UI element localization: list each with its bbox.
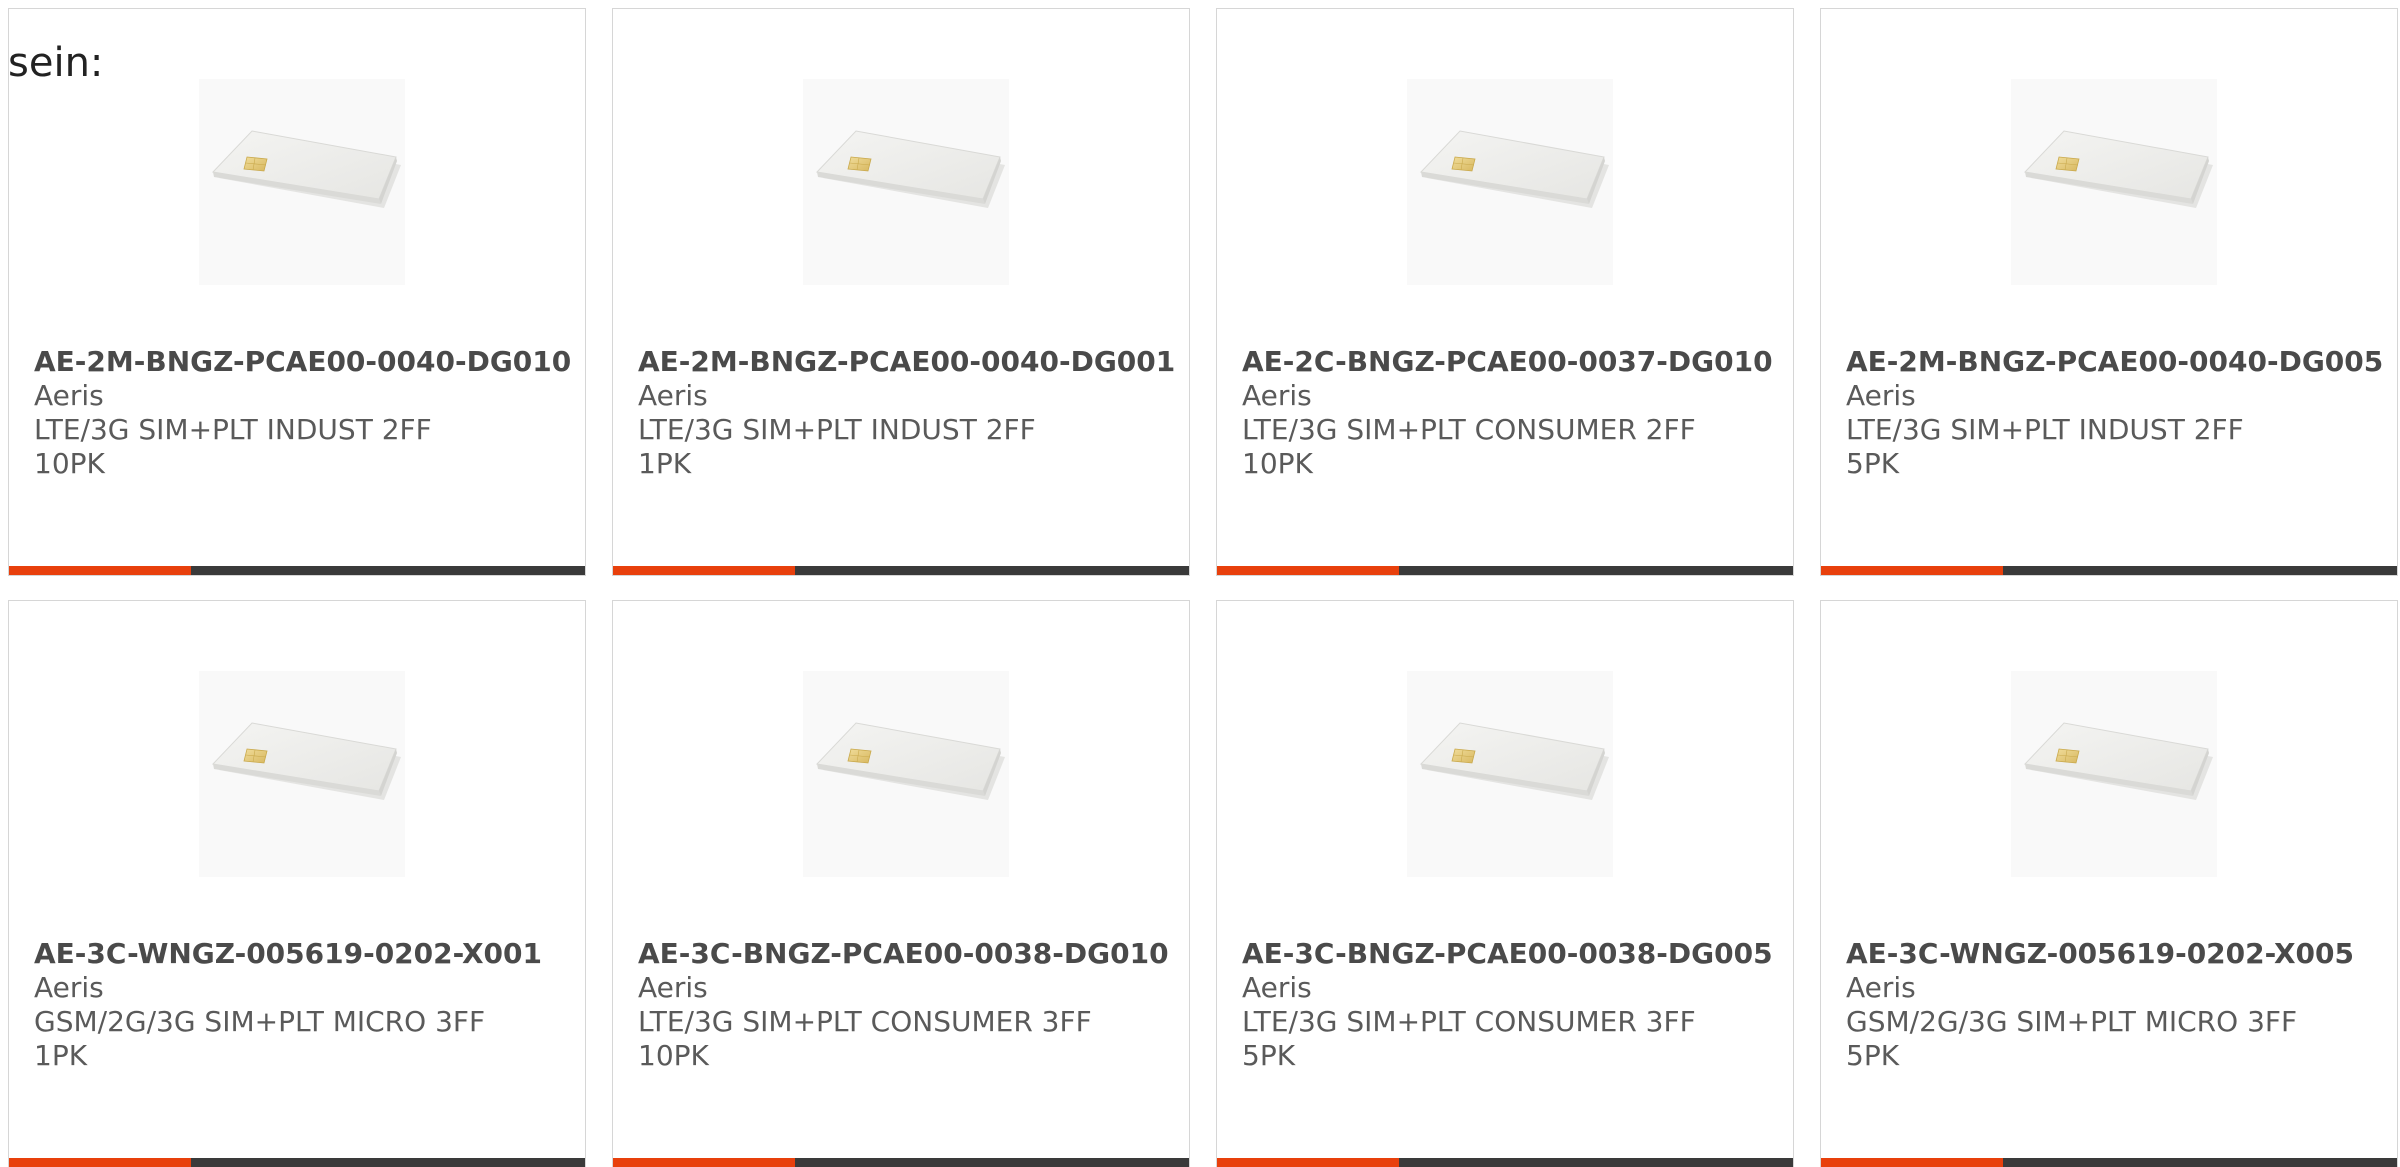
sim-card-icon (1419, 722, 1609, 800)
pack-quantity: 5PK (1846, 1039, 1900, 1072)
sim-card-icon (211, 130, 401, 208)
product-card[interactable]: AE-3C-BNGZ-PCAE00-0038-DG010 Aeris LTE/3… (612, 600, 1190, 1167)
manufacturer: Aeris (1242, 379, 1312, 412)
product-info: AE-3C-WNGZ-005619-0202-X005 Aeris GSM/2G… (1846, 937, 2387, 1073)
product-description: LTE/3G SIM+PLT CONSUMER 3FF (638, 1005, 1092, 1038)
product-description: LTE/3G SIM+PLT INDUST 2FF (638, 413, 1036, 446)
sim-card-icon (815, 130, 1005, 208)
manufacturer: Aeris (1242, 971, 1312, 1004)
sim-card-image[interactable] (2011, 79, 2217, 285)
product-card[interactable]: AE-3C-WNGZ-005619-0202-X001 Aeris GSM/2G… (8, 600, 586, 1167)
part-number-link[interactable]: AE-3C-BNGZ-PCAE00-0038-DG010 (638, 937, 1179, 971)
pack-quantity: 5PK (1846, 447, 1900, 480)
card-accent-bar (1217, 1158, 1399, 1167)
product-card[interactable]: AE-2C-BNGZ-PCAE00-0037-DG010 Aeris LTE/3… (1216, 8, 1794, 576)
card-footer-bar (9, 1158, 585, 1167)
pack-quantity: 10PK (638, 1039, 709, 1072)
product-card[interactable]: AE-3C-WNGZ-005619-0202-X005 Aeris GSM/2G… (1820, 600, 2398, 1167)
pack-quantity: 10PK (34, 447, 105, 480)
product-info: AE-2M-BNGZ-PCAE00-0040-DG001 Aeris LTE/3… (638, 345, 1179, 481)
card-footer-bar (1821, 1158, 2397, 1167)
product-info: AE-2M-BNGZ-PCAE00-0040-DG005 Aeris LTE/3… (1846, 345, 2387, 481)
sim-card-image[interactable] (1407, 671, 1613, 877)
product-description: LTE/3G SIM+PLT CONSUMER 3FF (1242, 1005, 1696, 1038)
product-info: AE-2M-BNGZ-PCAE00-0040-DG010 Aeris LTE/3… (34, 345, 575, 481)
sim-card-icon (1419, 130, 1609, 208)
card-footer-bar (1217, 566, 1793, 575)
product-description: LTE/3G SIM+PLT INDUST 2FF (34, 413, 432, 446)
sim-card-image[interactable] (1407, 79, 1613, 285)
product-info: AE-3C-BNGZ-PCAE00-0038-DG005 Aeris LTE/3… (1242, 937, 1783, 1073)
product-grid: AE-2M-BNGZ-PCAE00-0040-DG010 Aeris LTE/3… (8, 8, 2400, 1167)
pack-quantity: 1PK (34, 1039, 88, 1072)
card-accent-bar (613, 1158, 795, 1167)
card-footer-bar (1821, 566, 2397, 575)
product-card[interactable]: AE-2M-BNGZ-PCAE00-0040-DG010 Aeris LTE/3… (8, 8, 586, 576)
part-number-link[interactable]: AE-2M-BNGZ-PCAE00-0040-DG010 (34, 345, 575, 379)
product-info: AE-3C-WNGZ-005619-0202-X001 Aeris GSM/2G… (34, 937, 575, 1073)
sim-card-image[interactable] (199, 79, 405, 285)
card-footer-bar (1217, 1158, 1793, 1167)
page: sein: AE-2M-BNGZ-PCAE00-0040-DG010 Aeris… (0, 0, 2400, 1167)
card-accent-bar (1821, 1158, 2003, 1167)
part-number-link[interactable]: AE-3C-WNGZ-005619-0202-X001 (34, 937, 575, 971)
pack-quantity: 10PK (1242, 447, 1313, 480)
part-number-link[interactable]: AE-3C-BNGZ-PCAE00-0038-DG005 (1242, 937, 1783, 971)
card-footer-bar (613, 566, 1189, 575)
product-description: GSM/2G/3G SIM+PLT MICRO 3FF (34, 1005, 486, 1038)
sim-card-icon (2023, 130, 2213, 208)
sim-card-icon (815, 722, 1005, 800)
manufacturer: Aeris (34, 379, 104, 412)
sim-card-icon (211, 722, 401, 800)
pack-quantity: 1PK (638, 447, 692, 480)
part-number-link[interactable]: AE-2C-BNGZ-PCAE00-0037-DG010 (1242, 345, 1783, 379)
manufacturer: Aeris (638, 971, 708, 1004)
sim-card-image[interactable] (803, 671, 1009, 877)
sim-card-image[interactable] (2011, 671, 2217, 877)
manufacturer: Aeris (1846, 971, 1916, 1004)
card-accent-bar (613, 566, 795, 575)
sim-card-icon (2023, 722, 2213, 800)
card-accent-bar (9, 1158, 191, 1167)
product-info: AE-2C-BNGZ-PCAE00-0037-DG010 Aeris LTE/3… (1242, 345, 1783, 481)
card-footer-bar (613, 1158, 1189, 1167)
manufacturer: Aeris (638, 379, 708, 412)
sim-card-image[interactable] (803, 79, 1009, 285)
intro-text: sein: (8, 40, 104, 86)
sim-card-image[interactable] (199, 671, 405, 877)
manufacturer: Aeris (34, 971, 104, 1004)
pack-quantity: 5PK (1242, 1039, 1296, 1072)
product-description: GSM/2G/3G SIM+PLT MICRO 3FF (1846, 1005, 2298, 1038)
part-number-link[interactable]: AE-2M-BNGZ-PCAE00-0040-DG001 (638, 345, 1179, 379)
product-description: LTE/3G SIM+PLT INDUST 2FF (1846, 413, 2244, 446)
card-accent-bar (1217, 566, 1399, 575)
card-footer-bar (9, 566, 585, 575)
part-number-link[interactable]: AE-2M-BNGZ-PCAE00-0040-DG005 (1846, 345, 2387, 379)
product-info: AE-3C-BNGZ-PCAE00-0038-DG010 Aeris LTE/3… (638, 937, 1179, 1073)
manufacturer: Aeris (1846, 379, 1916, 412)
product-card[interactable]: AE-2M-BNGZ-PCAE00-0040-DG001 Aeris LTE/3… (612, 8, 1190, 576)
card-accent-bar (1821, 566, 2003, 575)
product-card[interactable]: AE-3C-BNGZ-PCAE00-0038-DG005 Aeris LTE/3… (1216, 600, 1794, 1167)
product-card[interactable]: AE-2M-BNGZ-PCAE00-0040-DG005 Aeris LTE/3… (1820, 8, 2398, 576)
product-description: LTE/3G SIM+PLT CONSUMER 2FF (1242, 413, 1696, 446)
part-number-link[interactable]: AE-3C-WNGZ-005619-0202-X005 (1846, 937, 2387, 971)
card-accent-bar (9, 566, 191, 575)
